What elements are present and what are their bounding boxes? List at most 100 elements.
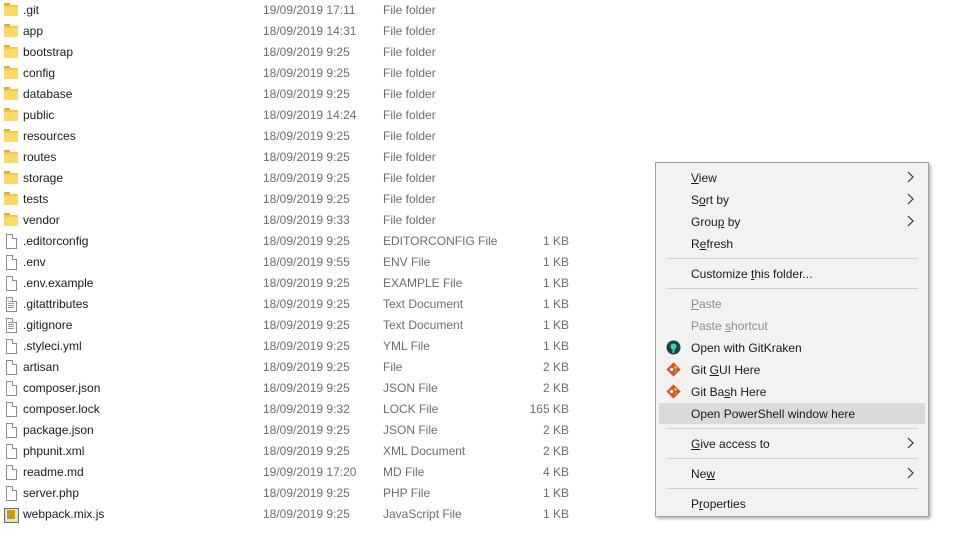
- file-type: EDITORCONFIG File: [383, 234, 498, 248]
- file-date-modified: 18/09/2019 9:25: [263, 360, 350, 374]
- menu-item-open-powershell[interactable]: Open PowerShell window here: [659, 403, 925, 424]
- gitkraken-icon: [666, 340, 681, 355]
- label-text: hortcut: [731, 319, 768, 333]
- folder-icon: [4, 171, 18, 185]
- file-date-modified: 19/09/2019 17:11: [263, 3, 356, 17]
- file-row[interactable]: artisan 18/09/2019 9:25 File 2 KB: [0, 357, 640, 378]
- file-row[interactable]: bootstrap 18/09/2019 9:25 File folder: [0, 42, 640, 63]
- file-row[interactable]: .git 19/09/2019 17:11 File folder: [0, 0, 640, 21]
- file-date-modified: 18/09/2019 9:25: [263, 129, 350, 143]
- access-key: w: [706, 467, 716, 481]
- label-text: P: [691, 497, 700, 511]
- menu-item-properties[interactable]: Properties: [659, 493, 925, 514]
- menu-item-label: Open with GitKraken: [691, 341, 802, 355]
- file-size: 1 KB: [542, 507, 569, 521]
- file-date-modified: 18/09/2019 9:25: [263, 234, 350, 248]
- menu-item-git-bash[interactable]: Git Bash Here: [659, 381, 925, 402]
- menu-item-paste: Paste: [659, 293, 925, 314]
- menu-item-customize-folder[interactable]: Customize this folder...: [659, 263, 925, 284]
- file-size: 1 KB: [542, 276, 569, 290]
- file-size: 165 KB: [529, 402, 569, 416]
- file-row[interactable]: package.json 18/09/2019 9:25 JSON File 2 KB: [0, 420, 640, 441]
- file-icon: [4, 423, 18, 438]
- menu-item-label: Paste: [691, 297, 722, 311]
- file-row[interactable]: phpunit.xml 18/09/2019 9:25 XML Document 2 …: [0, 441, 640, 462]
- file-row[interactable]: .styleci.yml 18/09/2019 9:25 YML File 1 KB: [0, 336, 640, 357]
- file-name: .gitattributes: [23, 297, 89, 311]
- text-file-icon: [4, 318, 18, 333]
- menu-item-refresh[interactable]: Refresh: [659, 233, 925, 254]
- file-icon: [4, 465, 18, 480]
- file-icon: [4, 234, 18, 249]
- file-type: File folder: [383, 171, 436, 185]
- file-name: composer.json: [23, 381, 101, 395]
- file-type: File folder: [383, 192, 436, 206]
- file-date-modified: 18/09/2019 14:24: [263, 108, 357, 122]
- file-row[interactable]: .editorconfig 18/09/2019 9:25 EDITORCONFIG…: [0, 231, 640, 252]
- file-icon: [4, 276, 18, 291]
- access-key: G: [709, 363, 720, 377]
- file-row[interactable]: .env.example 18/09/2019 9:25 EXAMPLE File 1…: [0, 273, 640, 294]
- file-name: artisan: [23, 360, 60, 374]
- folder-icon: [4, 87, 18, 101]
- file-row[interactable]: server.php 18/09/2019 9:25 PHP File 1 KB: [0, 483, 640, 504]
- access-key: G: [691, 437, 701, 451]
- file-name: .editorconfig: [23, 234, 89, 248]
- folder-icon: [4, 24, 18, 38]
- menu-item-sort-by[interactable]: Sort by: [659, 189, 925, 210]
- menu-separator: [667, 428, 918, 429]
- label-text: Grou: [691, 215, 718, 229]
- menu-separator: [667, 458, 918, 459]
- menu-item-open-gitkraken[interactable]: Open with GitKraken: [659, 337, 925, 358]
- file-row[interactable]: database 18/09/2019 9:25 File folder: [0, 84, 640, 105]
- file-row[interactable]: app 18/09/2019 14:31 File folder: [0, 21, 640, 42]
- file-row[interactable]: composer.json 18/09/2019 9:25 JSON File 2 K…: [0, 378, 640, 399]
- menu-item-label: Git GUI Here: [691, 363, 760, 377]
- file-size: 1 KB: [542, 486, 569, 500]
- file-row[interactable]: webpack.mix.js 18/09/2019 9:25 JavaScript …: [0, 504, 640, 525]
- file-type: EXAMPLE File: [383, 276, 463, 290]
- file-row[interactable]: vendor 18/09/2019 9:33 File folder: [0, 210, 640, 231]
- file-size: 1 KB: [542, 234, 569, 248]
- file-date-modified: 18/09/2019 14:31: [263, 24, 357, 38]
- file-row[interactable]: .env 18/09/2019 9:55 ENV File 1 KB: [0, 252, 640, 273]
- file-type: Text Document: [383, 297, 464, 311]
- file-name: phpunit.xml: [23, 444, 85, 458]
- folder-icon: [4, 192, 18, 206]
- menu-item-group-by[interactable]: Group by: [659, 211, 925, 232]
- file-row[interactable]: readme.md 19/09/2019 17:20 MD File 4 KB: [0, 462, 640, 483]
- file-row[interactable]: .gitattributes 18/09/2019 9:25 Text Docume…: [0, 294, 640, 315]
- file-date-modified: 18/09/2019 9:25: [263, 444, 350, 458]
- file-type: Text Document: [383, 318, 464, 332]
- file-size: 1 KB: [542, 255, 569, 269]
- file-size: 2 KB: [542, 444, 569, 458]
- file-row[interactable]: config 18/09/2019 9:25 File folder: [0, 63, 640, 84]
- file-type: File folder: [383, 213, 436, 227]
- label-text: Paste: [691, 319, 726, 333]
- file-row[interactable]: .gitignore 18/09/2019 9:25 Text Document 1 …: [0, 315, 640, 336]
- file-name: webpack.mix.js: [23, 507, 105, 521]
- menu-item-new[interactable]: New: [659, 463, 925, 484]
- file-date-modified: 18/09/2019 9:25: [263, 150, 350, 164]
- file-type: File folder: [383, 45, 436, 59]
- file-type: File folder: [383, 24, 436, 38]
- folder-icon: [4, 45, 18, 59]
- file-row[interactable]: storage 18/09/2019 9:25 File folder: [0, 168, 640, 189]
- menu-item-give-access[interactable]: Give access to: [659, 433, 925, 454]
- file-row[interactable]: tests 18/09/2019 9:25 File folder: [0, 189, 640, 210]
- file-type: ENV File: [383, 255, 431, 269]
- file-row[interactable]: resources 18/09/2019 9:25 File folder: [0, 126, 640, 147]
- file-row[interactable]: public 18/09/2019 14:24 File folder: [0, 105, 640, 126]
- menu-item-git-gui[interactable]: Git GUI Here: [659, 359, 925, 380]
- file-name: .env.example: [23, 276, 94, 290]
- file-name: composer.lock: [23, 402, 100, 416]
- file-row[interactable]: routes 18/09/2019 9:25 File folder: [0, 147, 640, 168]
- git-icon: [666, 384, 681, 399]
- folder-icon: [4, 3, 18, 17]
- menu-item-view[interactable]: View: [659, 167, 925, 188]
- chevron-right-icon: [904, 193, 916, 205]
- file-icon: [4, 255, 18, 270]
- file-row[interactable]: composer.lock 18/09/2019 9:32 LOCK File 165…: [0, 399, 640, 420]
- file-type: PHP File: [383, 486, 431, 500]
- file-type: File folder: [383, 129, 436, 143]
